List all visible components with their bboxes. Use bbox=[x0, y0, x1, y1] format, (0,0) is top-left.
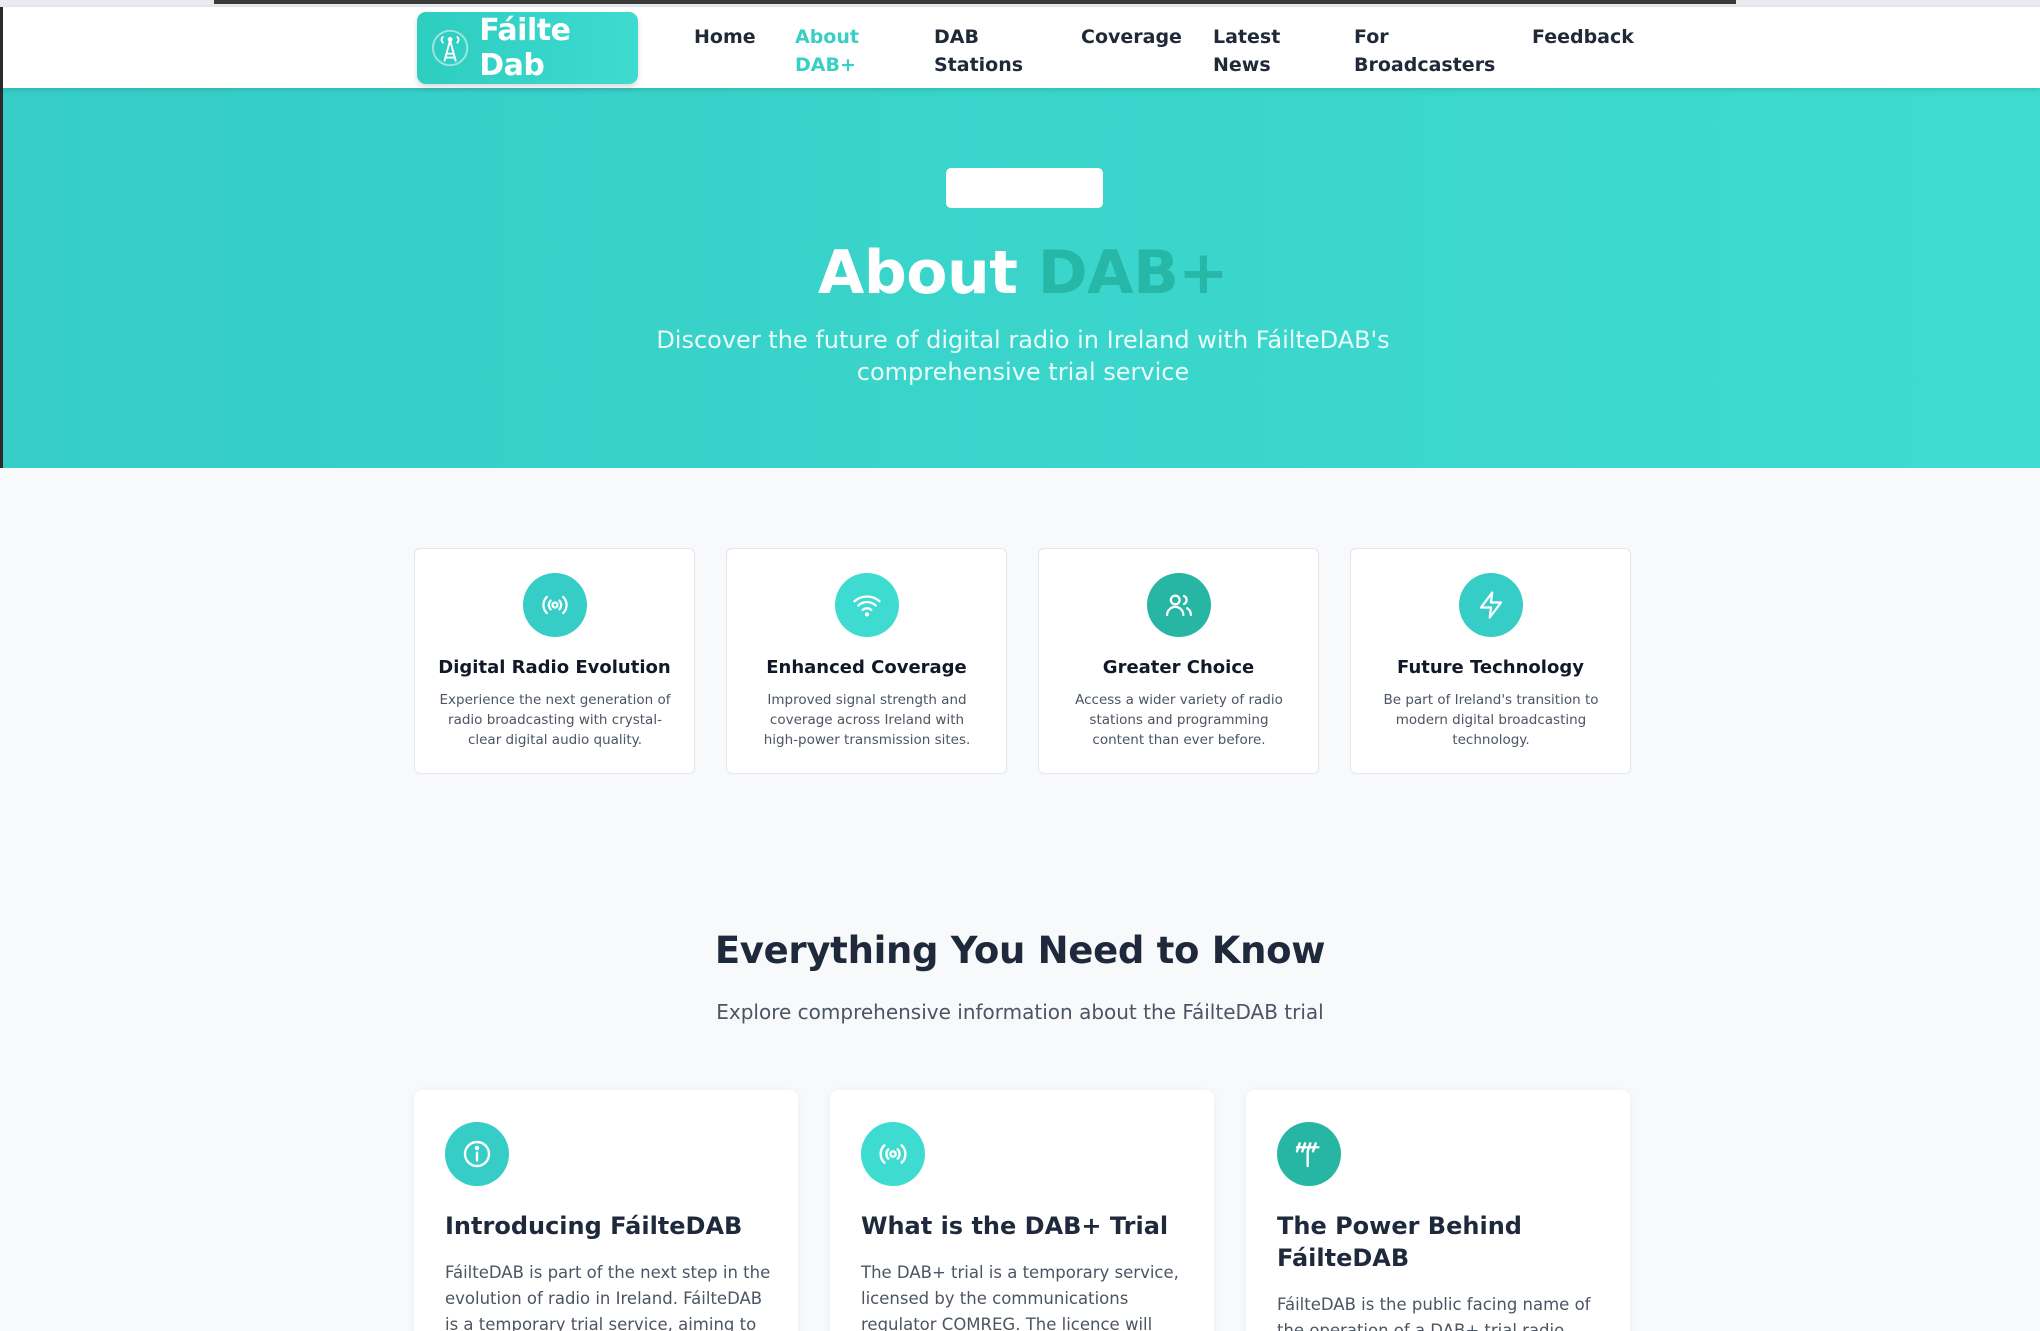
brand-logo[interactable]: Fáilte Dab bbox=[417, 12, 638, 84]
feature-description: Access a wider variety of radio stations… bbox=[1075, 692, 1283, 748]
info-icon bbox=[445, 1122, 509, 1186]
card-title: What is the DAB+ Trial bbox=[861, 1212, 1169, 1240]
card-text: The DAB+ trial is a temporary service, l… bbox=[861, 1263, 1179, 1331]
section-title: Everything You Need to Know bbox=[714, 929, 1326, 972]
wifi-icon bbox=[835, 573, 899, 637]
nav-latest-news[interactable]: Latest News bbox=[1213, 23, 1293, 79]
feature-description: Experience the next generation of radio … bbox=[439, 692, 671, 748]
feature-description: Improved signal strength and coverage ac… bbox=[763, 692, 971, 748]
title-main: About bbox=[817, 238, 1018, 308]
feature-card-choice: Greater Choice Access a wider variety of… bbox=[1038, 548, 1319, 774]
nav-for-broadcasters[interactable]: For Broadcasters bbox=[1354, 23, 1495, 79]
nav-about-dab[interactable]: About DAB+ bbox=[795, 23, 875, 79]
browser-top-strip bbox=[0, 0, 2040, 7]
info-card-introducing: Introducing FáilteDAB FáilteDAB is part … bbox=[414, 1090, 798, 1331]
card-title: The Power Behind FáilteDAB bbox=[1277, 1212, 1522, 1272]
antenna-icon bbox=[1277, 1122, 1341, 1186]
hero-banner: About DAB+ Discover the future of digita… bbox=[0, 88, 2040, 468]
nav-feedback[interactable]: Feedback bbox=[1532, 23, 1634, 51]
card-title: Introducing FáilteDAB bbox=[445, 1212, 743, 1240]
card-text: FáilteDAB is the public facing name of t… bbox=[1277, 1295, 1591, 1331]
nav-coverage[interactable]: Coverage bbox=[1081, 23, 1182, 51]
feature-title: Greater Choice bbox=[1102, 657, 1255, 678]
broadcast-icon bbox=[861, 1122, 925, 1186]
nav-dab-stations[interactable]: DAB Stations bbox=[934, 23, 1024, 79]
title-accent: DAB+ bbox=[1037, 238, 1229, 308]
nav-home[interactable]: Home bbox=[694, 23, 756, 51]
brand-name: Fáilte Dab bbox=[479, 13, 571, 83]
lightning-icon bbox=[1459, 573, 1523, 637]
feature-card-coverage: Enhanced Coverage Improved signal streng… bbox=[726, 548, 1007, 774]
broadcast-icon bbox=[523, 573, 587, 637]
feature-title: Future Technology bbox=[1397, 657, 1584, 678]
feature-card-future-tech: Future Technology Be part of Ireland's t… bbox=[1350, 548, 1631, 774]
hero-subtitle: Discover the future of digital radio in … bbox=[656, 326, 1390, 386]
section-subtitle: Explore comprehensive information about … bbox=[716, 1000, 1324, 1024]
feature-title: Enhanced Coverage bbox=[766, 657, 967, 678]
card-text: FáilteDAB is part of the next step in th… bbox=[445, 1263, 771, 1331]
page-title: About DAB+ bbox=[3, 238, 2040, 308]
feature-title: Digital Radio Evolution bbox=[438, 657, 671, 678]
radio-tower-icon bbox=[431, 29, 469, 67]
site-header: Fáilte Dab Home About DAB+ DAB Stations … bbox=[0, 7, 2040, 88]
window-bar bbox=[214, 0, 1736, 4]
hero-badge bbox=[946, 168, 1103, 208]
feature-card-digital-radio: Digital Radio Evolution Experience the n… bbox=[414, 548, 695, 774]
info-card-dab-trial: What is the DAB+ Trial The DAB+ trial is… bbox=[830, 1090, 1214, 1331]
info-card-power-behind: The Power Behind FáilteDAB FáilteDAB is … bbox=[1246, 1090, 1630, 1331]
users-icon bbox=[1147, 573, 1211, 637]
feature-description: Be part of Ireland's transition to moder… bbox=[1383, 692, 1599, 748]
